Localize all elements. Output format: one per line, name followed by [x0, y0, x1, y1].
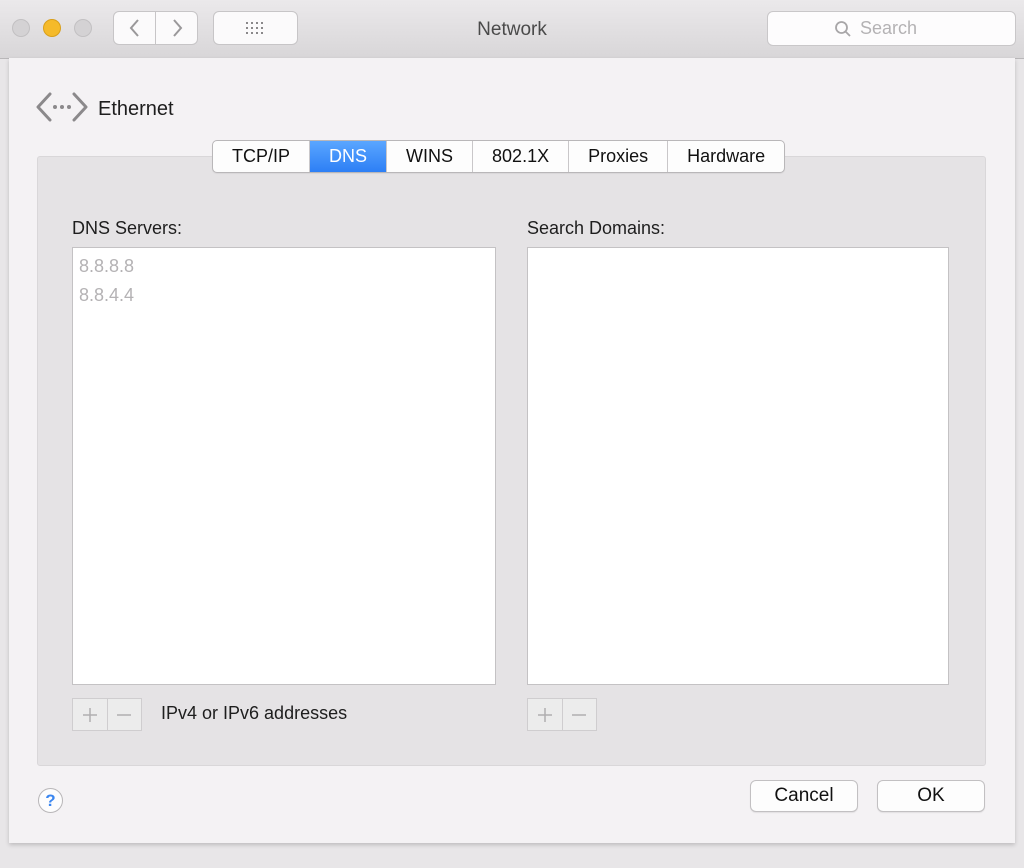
- remove-search-domain-button[interactable]: [561, 699, 597, 730]
- minus-icon: [572, 713, 587, 716]
- tab-proxies[interactable]: Proxies: [568, 141, 667, 172]
- title-bar: Network: [0, 0, 1024, 59]
- tab-hardware[interactable]: Hardware: [667, 141, 784, 172]
- tab-wins[interactable]: WINS: [386, 141, 472, 172]
- dns-servers-list[interactable]: 8.8.8.8 8.8.4.4: [72, 247, 496, 685]
- list-item[interactable]: 8.8.8.8: [73, 252, 495, 281]
- search-domains-list[interactable]: [527, 247, 949, 685]
- network-advanced-sheet: Ethernet TCP/IP DNS WINS 802.1X Proxies …: [9, 58, 1015, 843]
- add-search-domain-button[interactable]: [528, 699, 562, 730]
- tab-8021x[interactable]: 802.1X: [472, 141, 568, 172]
- tab-tcpip[interactable]: TCP/IP: [213, 141, 309, 172]
- magnifier-icon: [835, 21, 851, 37]
- dns-servers-add-remove: [72, 698, 142, 731]
- dns-servers-hint: IPv4 or IPv6 addresses: [161, 703, 348, 723]
- remove-dns-server-button[interactable]: [106, 699, 142, 730]
- plus-icon: [82, 707, 97, 722]
- minus-icon: [117, 713, 132, 716]
- help-button[interactable]: ?: [38, 788, 63, 813]
- connection-name: Ethernet: [98, 98, 174, 120]
- dns-servers-label: DNS Servers:: [72, 218, 183, 238]
- search-domains-label: Search Domains:: [527, 218, 666, 238]
- tab-bar: TCP/IP DNS WINS 802.1X Proxies Hardware: [212, 140, 786, 173]
- cancel-button[interactable]: Cancel: [750, 780, 858, 812]
- search-field[interactable]: [767, 11, 1016, 46]
- ethernet-arrows-icon: [36, 92, 88, 122]
- search-input[interactable]: [860, 17, 1010, 39]
- plus-icon: [537, 707, 552, 722]
- list-item[interactable]: 8.8.4.4: [73, 281, 495, 310]
- tab-dns[interactable]: DNS: [309, 141, 387, 172]
- add-dns-server-button[interactable]: [73, 699, 107, 730]
- search-domains-add-remove: [527, 698, 597, 731]
- ok-button[interactable]: OK: [877, 780, 985, 812]
